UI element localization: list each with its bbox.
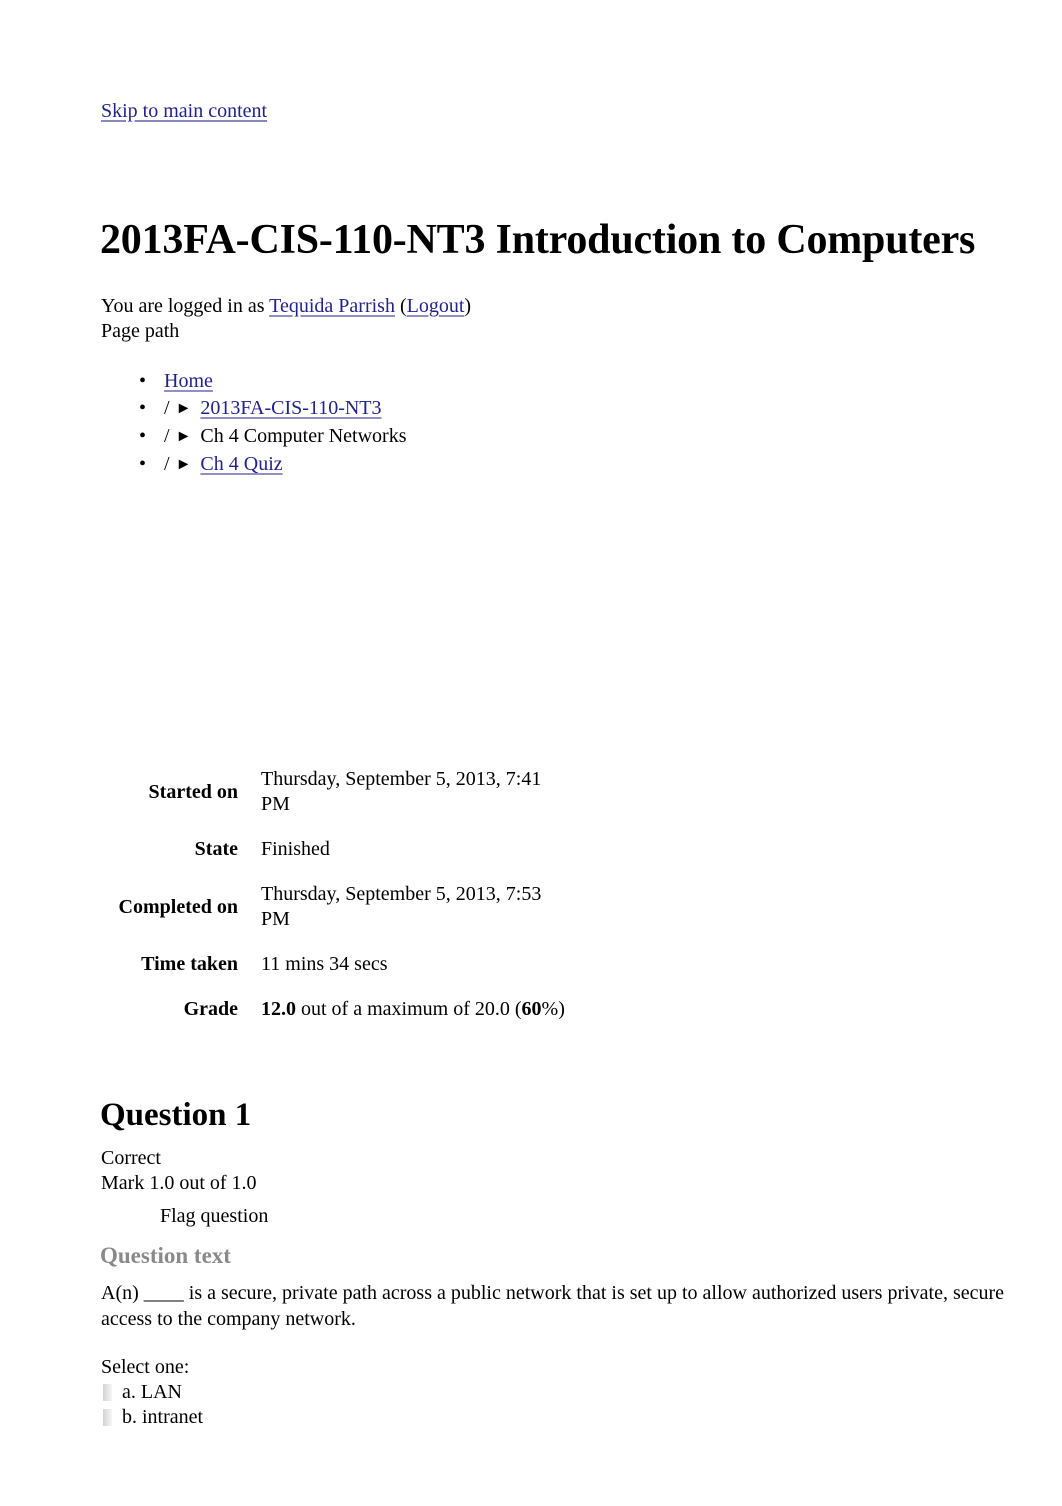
answer-option[interactable]: a. LAN	[101, 1380, 203, 1405]
summary-row-value-text: Thursday, September 5, 2013, 7:53 PM	[261, 883, 542, 930]
login-info-close-paren: )	[464, 295, 472, 317]
summary-row-value: Finished	[250, 827, 571, 872]
breadcrumb-link[interactable]: Home	[164, 370, 213, 392]
grade-score: 12.0	[261, 998, 296, 1020]
logout-link[interactable]: Logout	[407, 295, 465, 317]
login-info: You are logged in as Tequida Parrish (Lo…	[101, 294, 471, 319]
summary-row-value-text: 11 mins 34 secs	[261, 953, 388, 975]
summary-row-value: Thursday, September 5, 2013, 7:41 PM	[250, 757, 571, 827]
summary-row: Started on Thursday, September 5, 2013, 7…	[101, 757, 571, 827]
radio-button-icon[interactable]	[103, 1409, 112, 1426]
chevron-right-icon: ►	[175, 456, 192, 473]
answer-option-letter: a.	[122, 1381, 141, 1403]
question-heading: Question 1	[100, 1097, 252, 1133]
summary-row: State Finished	[101, 827, 571, 872]
user-profile-link[interactable]: Tequida Parrish	[269, 295, 395, 317]
grade-value: 12.0 out of a maximum of 20.0 (60%)	[250, 987, 571, 1032]
radio-button-icon[interactable]	[103, 1384, 112, 1401]
flag-question-link[interactable]: Flag question	[160, 1204, 268, 1229]
question-text-heading: Question text	[100, 1243, 231, 1268]
breadcrumb: Home / ► 2013FA-CIS-110-NT3 / ► Ch 4 Computer …	[101, 368, 407, 479]
page-path-label: Page path	[101, 320, 180, 342]
summary-row-value-text: Finished	[261, 838, 330, 860]
answer-option[interactable]: b. intranet	[101, 1405, 203, 1430]
answer-option-letter: b.	[122, 1406, 142, 1428]
summary-row-label: Completed on	[118, 895, 238, 918]
breadcrumb-item: / ► 2013FA-CIS-110-NT3	[101, 395, 407, 423]
breadcrumb-separator: /	[164, 425, 170, 447]
login-info-open-paren: (	[394, 295, 407, 317]
summary-row-label: Started on	[148, 780, 238, 803]
summary-row-grade: Grade 12.0 out of a maximum of 20.0 (60%)	[101, 987, 571, 1032]
answer-option-label: LAN	[140, 1381, 182, 1403]
question-mark: Mark 1.0 out of 1.0	[101, 1172, 257, 1194]
breadcrumb-separator: /	[164, 453, 170, 475]
breadcrumb-link[interactable]: Ch 4 Quiz	[200, 453, 282, 475]
attempt-summary-table: Started on Thursday, September 5, 2013, 7…	[101, 757, 571, 1032]
grade-middle-text: out of a maximum of 20.0 (	[296, 998, 522, 1020]
summary-row: Time taken 11 mins 34 secs	[101, 942, 571, 987]
skip-to-main-content-link[interactable]: Skip to main content	[101, 99, 267, 123]
breadcrumb-item: / ► Ch 4 Quiz	[101, 451, 407, 479]
breadcrumb-item: / ► Ch 4 Computer Networks	[101, 423, 407, 451]
breadcrumb-separator: /	[164, 397, 170, 419]
summary-row-label: State	[194, 838, 238, 860]
select-one-prompt: Select one:	[101, 1356, 190, 1378]
summary-row-value: 11 mins 34 secs	[250, 942, 571, 987]
grade-label: Grade	[183, 998, 238, 1020]
breadcrumb-item: Home	[101, 368, 407, 395]
answer-option-label: intranet	[142, 1406, 204, 1428]
breadcrumb-link: Ch 4 Computer Networks	[200, 425, 407, 447]
question-state: Correct	[101, 1147, 161, 1169]
chevron-right-icon: ►	[175, 400, 192, 417]
grade-percent-suffix: %)	[541, 998, 565, 1020]
quiz-review-page: Skip to main content 2013FA-CIS-110-NT3 …	[0, 0, 1062, 1506]
page-title: 2013FA-CIS-110-NT3 Introduction to Compu…	[100, 217, 976, 263]
summary-row-value-text: Thursday, September 5, 2013, 7:41 PM	[261, 768, 542, 815]
grade-percent: 60	[521, 998, 542, 1020]
login-info-prefix: You are logged in as	[101, 295, 270, 317]
chevron-right-icon: ►	[175, 428, 192, 445]
summary-row: Completed on Thursday, September 5, 2013,…	[101, 872, 571, 942]
summary-row-value: Thursday, September 5, 2013, 7:53 PM	[250, 872, 571, 942]
breadcrumb-link[interactable]: 2013FA-CIS-110-NT3	[200, 397, 381, 419]
question-text: A(n) ____ is a secure, private path acro…	[101, 1282, 1005, 1330]
answer-options: a. LAN b. intranet	[101, 1380, 203, 1430]
summary-row-label: Time taken	[141, 953, 238, 975]
